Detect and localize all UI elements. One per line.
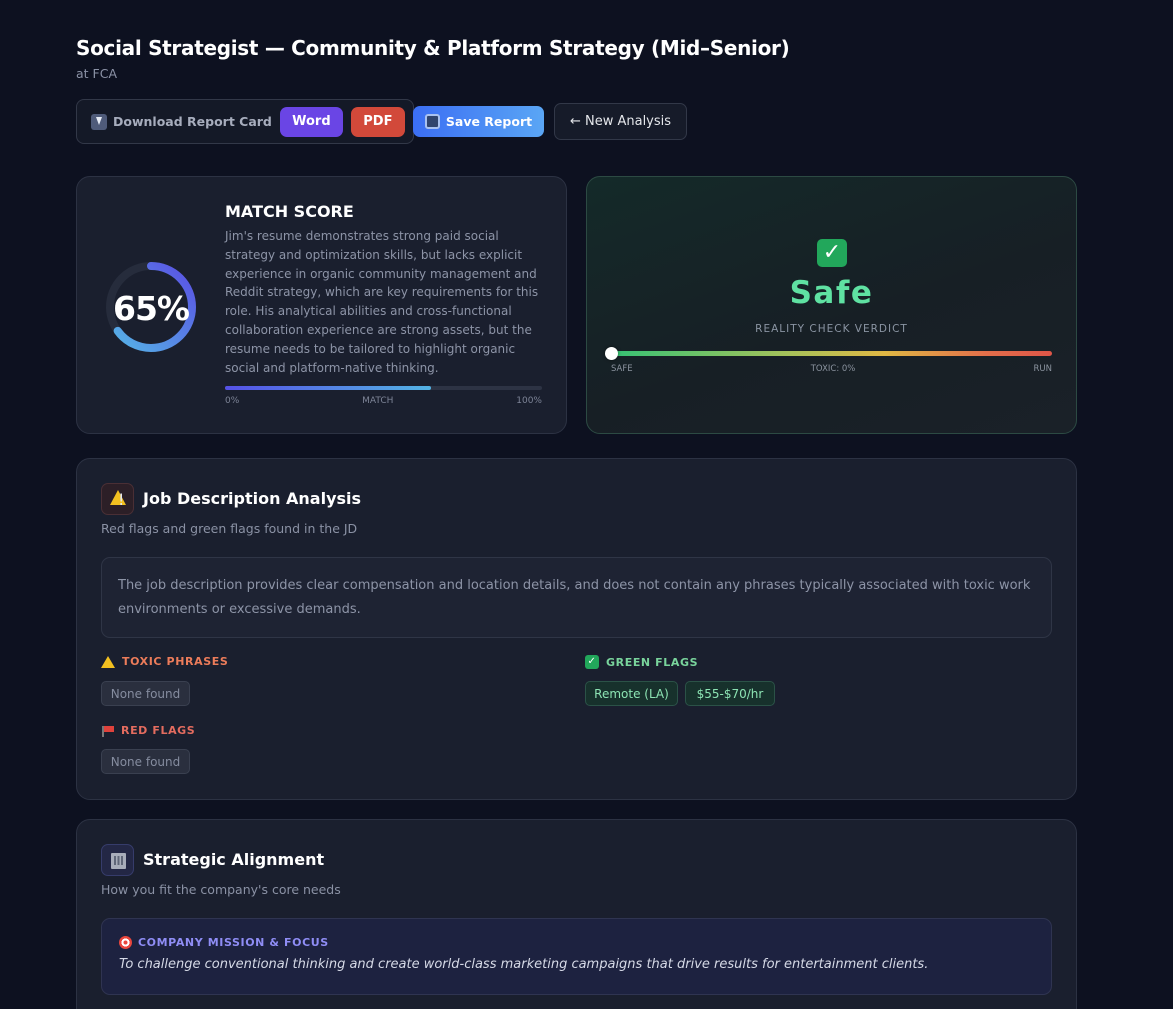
check-mark-icon: ✓ (585, 655, 599, 669)
strategic-alignment-title: Strategic Alignment (143, 850, 325, 869)
target-icon (119, 936, 132, 949)
company-mission-box: COMPANY MISSION & FOCUS To challenge con… (101, 918, 1052, 995)
scale-label-toxic: TOXIC: 0% (810, 364, 856, 374)
progress-mid-label: MATCH (362, 396, 394, 406)
green-flags-heading: ✓ GREEN FLAGS (585, 655, 698, 669)
jd-analysis-subtitle: Red flags and green flags found in the J… (101, 521, 358, 536)
match-progress-fill (225, 386, 432, 390)
scale-label-run: RUN (1033, 364, 1052, 374)
new-analysis-button[interactable]: ← New Analysis (554, 103, 687, 140)
mission-heading-label: COMPANY MISSION & FOCUS (138, 936, 329, 949)
match-score-card: 65% MATCH SCORE Jim's resume demonstrate… (76, 176, 567, 434)
progress-max-label: 100% (516, 396, 542, 406)
toxic-phrase-chip: None found (101, 681, 190, 706)
download-group: Download Report Card Word PDF (76, 99, 414, 144)
warning-icon (101, 655, 115, 668)
red-flag-icon (101, 725, 114, 737)
save-report-label: Save Report (445, 114, 533, 129)
match-score-description: Jim's resume demonstrates strong paid so… (225, 229, 539, 375)
check-mark-icon: ✓ (817, 239, 847, 267)
warning-icon (101, 483, 134, 515)
toxic-phrases-heading: TOXIC PHRASES (101, 655, 228, 668)
verdict-card: ✓ Safe REALITY CHECK VERDICT SAFE TOXIC:… (586, 176, 1077, 434)
strategic-alignment-subtitle: How you fit the company's core needs (101, 882, 341, 897)
jd-analysis-title: Job Description Analysis (143, 489, 362, 508)
progress-min-label: 0% (225, 396, 240, 406)
jd-analysis-section: Job Description Analysis Red flags and g… (76, 458, 1077, 800)
mission-text: To challenge conventional thinking and c… (119, 957, 929, 972)
red-flags-label: RED FLAGS (121, 724, 196, 737)
match-progress-labels: 0% MATCH 100% (225, 396, 542, 406)
toolbar: Download Report Card Word PDF (76, 99, 414, 144)
save-report-button[interactable]: Save Report (413, 106, 544, 137)
company-name: at FCA (76, 66, 118, 81)
verdict-caption: REALITY CHECK VERDICT (755, 323, 908, 335)
download-icon (91, 113, 107, 130)
mission-heading: COMPANY MISSION & FOCUS (119, 936, 329, 949)
green-flag-chip: Remote (LA) (585, 681, 678, 706)
floppy-disk-icon (424, 114, 440, 129)
download-pdf-button[interactable]: PDF (350, 106, 405, 137)
match-progress-bar (225, 386, 542, 390)
toxicity-indicator (605, 347, 618, 360)
green-flag-chip: $55-$70/hr (685, 681, 775, 706)
green-flags-label: GREEN FLAGS (606, 655, 699, 669)
red-flags-heading: RED FLAGS (101, 724, 195, 737)
strategic-alignment-section: Strategic Alignment How you fit the comp… (76, 819, 1077, 1009)
toxic-phrases-label: TOXIC PHRASES (122, 655, 229, 668)
red-flag-chip: None found (101, 749, 190, 774)
toxicity-scale (611, 351, 1052, 356)
download-word-button[interactable]: Word (279, 106, 343, 137)
scale-label-safe: SAFE (611, 364, 633, 374)
building-icon (101, 844, 134, 876)
download-label-text: Download Report Card (113, 114, 272, 129)
toxicity-scale-labels: SAFE TOXIC: 0% RUN (611, 364, 1052, 374)
match-score-value: 65% (113, 289, 190, 328)
jd-summary: The job description provides clear compe… (101, 557, 1052, 638)
verdict-word: Safe (789, 275, 874, 311)
page-title: Social Strategist — Community & Platform… (76, 36, 790, 60)
download-label: Download Report Card (91, 113, 272, 130)
match-score-title: MATCH SCORE (225, 202, 354, 221)
